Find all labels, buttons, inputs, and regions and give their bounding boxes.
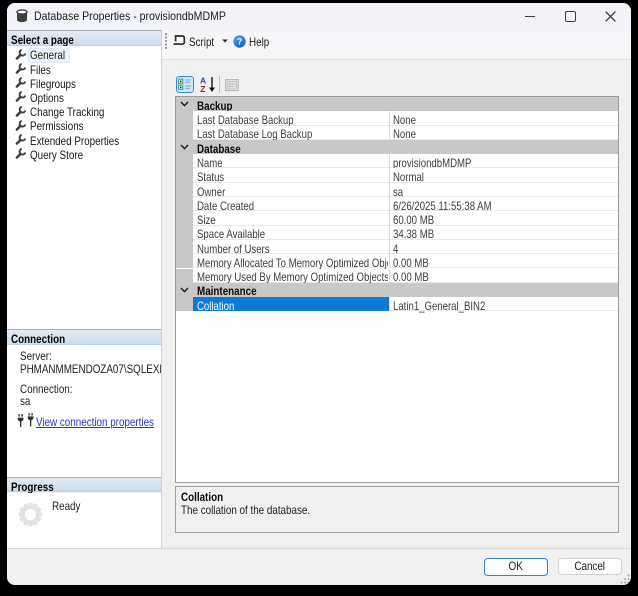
svg-text:?: ? (236, 36, 242, 46)
svg-text:Z: Z (200, 84, 205, 94)
